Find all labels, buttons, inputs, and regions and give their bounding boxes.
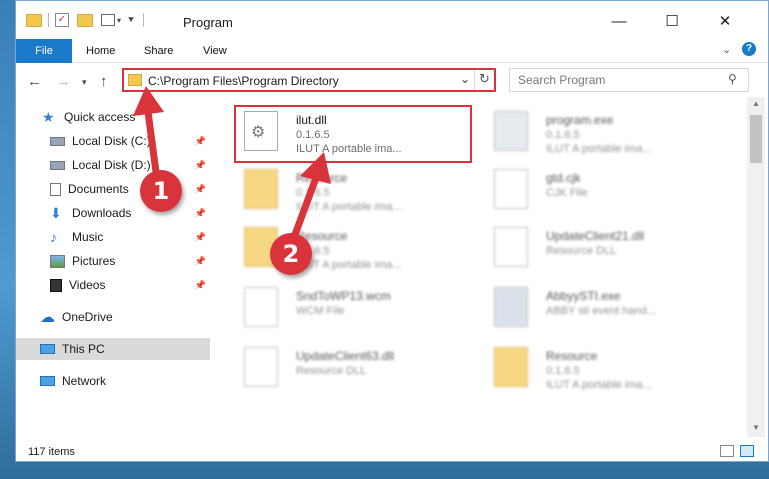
step-1-badge: 1: [140, 170, 182, 212]
arrow-1-head: [133, 86, 164, 116]
annotation-arrows: [133, 86, 331, 244]
arrow-2-head: [300, 152, 331, 184]
arrow-2-shaft: [289, 174, 320, 244]
step-2-badge: 2: [270, 233, 312, 275]
arrow-1-shaft: [144, 108, 160, 176]
